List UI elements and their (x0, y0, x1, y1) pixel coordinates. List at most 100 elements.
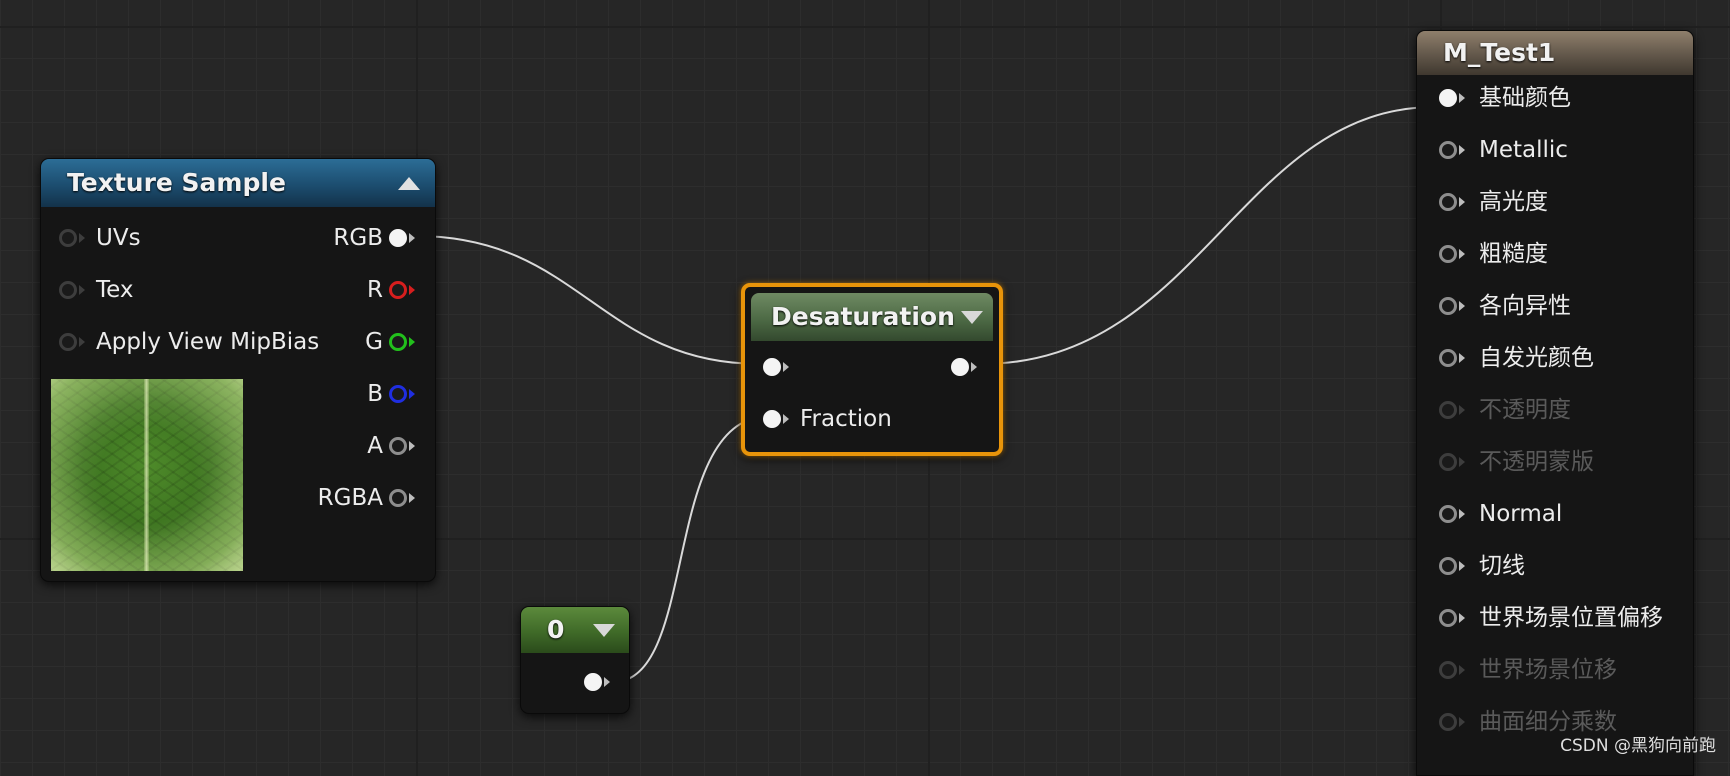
desaturation-header[interactable]: Desaturation (751, 293, 993, 341)
pin-circle-icon (389, 385, 407, 403)
texture-sample-header[interactable]: Texture Sample (41, 159, 435, 207)
pin-circle-icon (1439, 193, 1457, 211)
output-pin-rgb[interactable] (389, 229, 415, 251)
texture-sample-node[interactable]: Texture Sample UVs Tex Apply View MipBia… (40, 158, 436, 582)
input-pin-uvs[interactable] (59, 229, 85, 251)
material-input-pin[interactable] (1439, 401, 1465, 423)
input-pin-fraction[interactable] (763, 410, 789, 432)
pin-circle-icon (1439, 609, 1457, 627)
material-input-label: 不透明度 (1479, 397, 1571, 423)
material-input-pin[interactable] (1439, 349, 1465, 371)
material-input-label: 高光度 (1479, 189, 1548, 215)
pin-circle-icon (389, 229, 407, 247)
desaturation-node[interactable]: Desaturation Fraction (741, 283, 1003, 456)
material-input-pin[interactable] (1439, 661, 1465, 683)
output-label-b: B (367, 381, 383, 407)
pin-arrow-icon (1459, 405, 1465, 415)
constant-value: 0 (547, 615, 565, 644)
constant-header[interactable]: 0 (521, 607, 629, 653)
material-input-label: 世界场景位置偏移 (1479, 605, 1663, 631)
pin-circle-icon (1439, 661, 1457, 679)
material-input-label: 各向异性 (1479, 293, 1571, 319)
pin-circle-icon (1439, 141, 1457, 159)
wire-constant-to-fraction (612, 415, 771, 683)
wire-rgb-to-desaturation (415, 235, 761, 365)
material-title: M_Test1 (1443, 38, 1556, 67)
material-input-pin[interactable] (1439, 453, 1465, 475)
input-label-uvs: UVs (96, 225, 141, 251)
output-pin-g[interactable] (389, 333, 415, 355)
pin-arrow-icon (409, 389, 415, 399)
pin-circle-icon (59, 281, 77, 299)
pin-circle-icon (1439, 713, 1457, 731)
pin-arrow-icon (79, 285, 85, 295)
output-pin-rgba[interactable] (389, 489, 415, 511)
pin-circle-icon (763, 358, 781, 376)
output-label-rgb: RGB (333, 225, 383, 251)
pin-arrow-icon (1459, 93, 1465, 103)
output-label-g: G (365, 329, 383, 355)
output-label-a: A (367, 433, 383, 459)
input-label-tex: Tex (96, 277, 134, 303)
material-input-label: 不透明蒙版 (1479, 449, 1594, 475)
material-result-node[interactable]: M_Test1 基础颜色 Metallic 高光度粗糙度各向异性自发光颜色不透明度不… (1416, 30, 1694, 776)
material-input-pin[interactable] (1439, 609, 1465, 631)
output-pin-constant[interactable] (584, 673, 610, 695)
pin-circle-icon (59, 229, 77, 247)
pin-circle-icon (1439, 245, 1457, 263)
pin-circle-icon (1439, 89, 1457, 107)
output-pin-b[interactable] (389, 385, 415, 407)
constant-node[interactable]: 0 (520, 606, 630, 714)
material-input-label: 切线 (1479, 553, 1525, 579)
output-pin-a[interactable] (389, 437, 415, 459)
material-input-pin[interactable] (1439, 557, 1465, 579)
material-header[interactable]: M_Test1 (1417, 31, 1693, 75)
input-pin-apply-view-mipbias[interactable] (59, 333, 85, 355)
pin-arrow-icon (409, 337, 415, 347)
input-pin-tex[interactable] (59, 281, 85, 303)
pin-arrow-icon (1459, 509, 1465, 519)
pin-arrow-icon (1459, 301, 1465, 311)
pin-arrow-icon (1459, 665, 1465, 675)
pin-arrow-icon (1459, 353, 1465, 363)
material-input-label: 粗糙度 (1479, 241, 1548, 267)
pin-arrow-icon (79, 233, 85, 243)
material-input-label: Metallic (1479, 137, 1568, 163)
pin-circle-icon (389, 489, 407, 507)
pin-circle-icon (1439, 557, 1457, 575)
material-input-pin[interactable] (1439, 245, 1465, 267)
pin-circle-icon (1439, 297, 1457, 315)
pin-arrow-icon (1459, 145, 1465, 155)
collapse-arrow-icon[interactable] (398, 177, 420, 190)
output-pin-desaturation[interactable] (951, 358, 977, 380)
pin-circle-icon (1439, 453, 1457, 471)
material-input-pin[interactable] (1439, 89, 1465, 111)
pin-arrow-icon (1459, 717, 1465, 727)
pin-arrow-icon (971, 362, 977, 372)
pin-arrow-icon (79, 337, 85, 347)
wire-desaturation-to-base-color (980, 106, 1436, 365)
material-input-pin[interactable] (1439, 713, 1465, 735)
material-input-pin[interactable] (1439, 141, 1465, 163)
material-input-label: 基础颜色 (1479, 85, 1571, 111)
material-input-pin[interactable] (1439, 505, 1465, 527)
pin-circle-icon (1439, 505, 1457, 523)
material-input-label: 自发光颜色 (1479, 345, 1594, 371)
output-pin-r[interactable] (389, 281, 415, 303)
pin-arrow-icon (604, 677, 610, 687)
collapse-arrow-icon[interactable] (593, 624, 615, 637)
pin-circle-icon (1439, 401, 1457, 419)
output-label-rgba: RGBA (317, 485, 383, 511)
desaturation-title: Desaturation (771, 302, 955, 331)
input-pin-desaturation[interactable] (763, 358, 789, 380)
leaf-vein (144, 379, 149, 571)
collapse-arrow-icon[interactable] (961, 311, 983, 324)
pin-arrow-icon (409, 441, 415, 451)
pin-arrow-icon (783, 362, 789, 372)
pin-circle-icon (763, 410, 781, 428)
pin-arrow-icon (409, 285, 415, 295)
material-input-pin[interactable] (1439, 297, 1465, 319)
pin-arrow-icon (1459, 561, 1465, 571)
material-input-pin[interactable] (1439, 193, 1465, 215)
pin-arrow-icon (1459, 249, 1465, 259)
